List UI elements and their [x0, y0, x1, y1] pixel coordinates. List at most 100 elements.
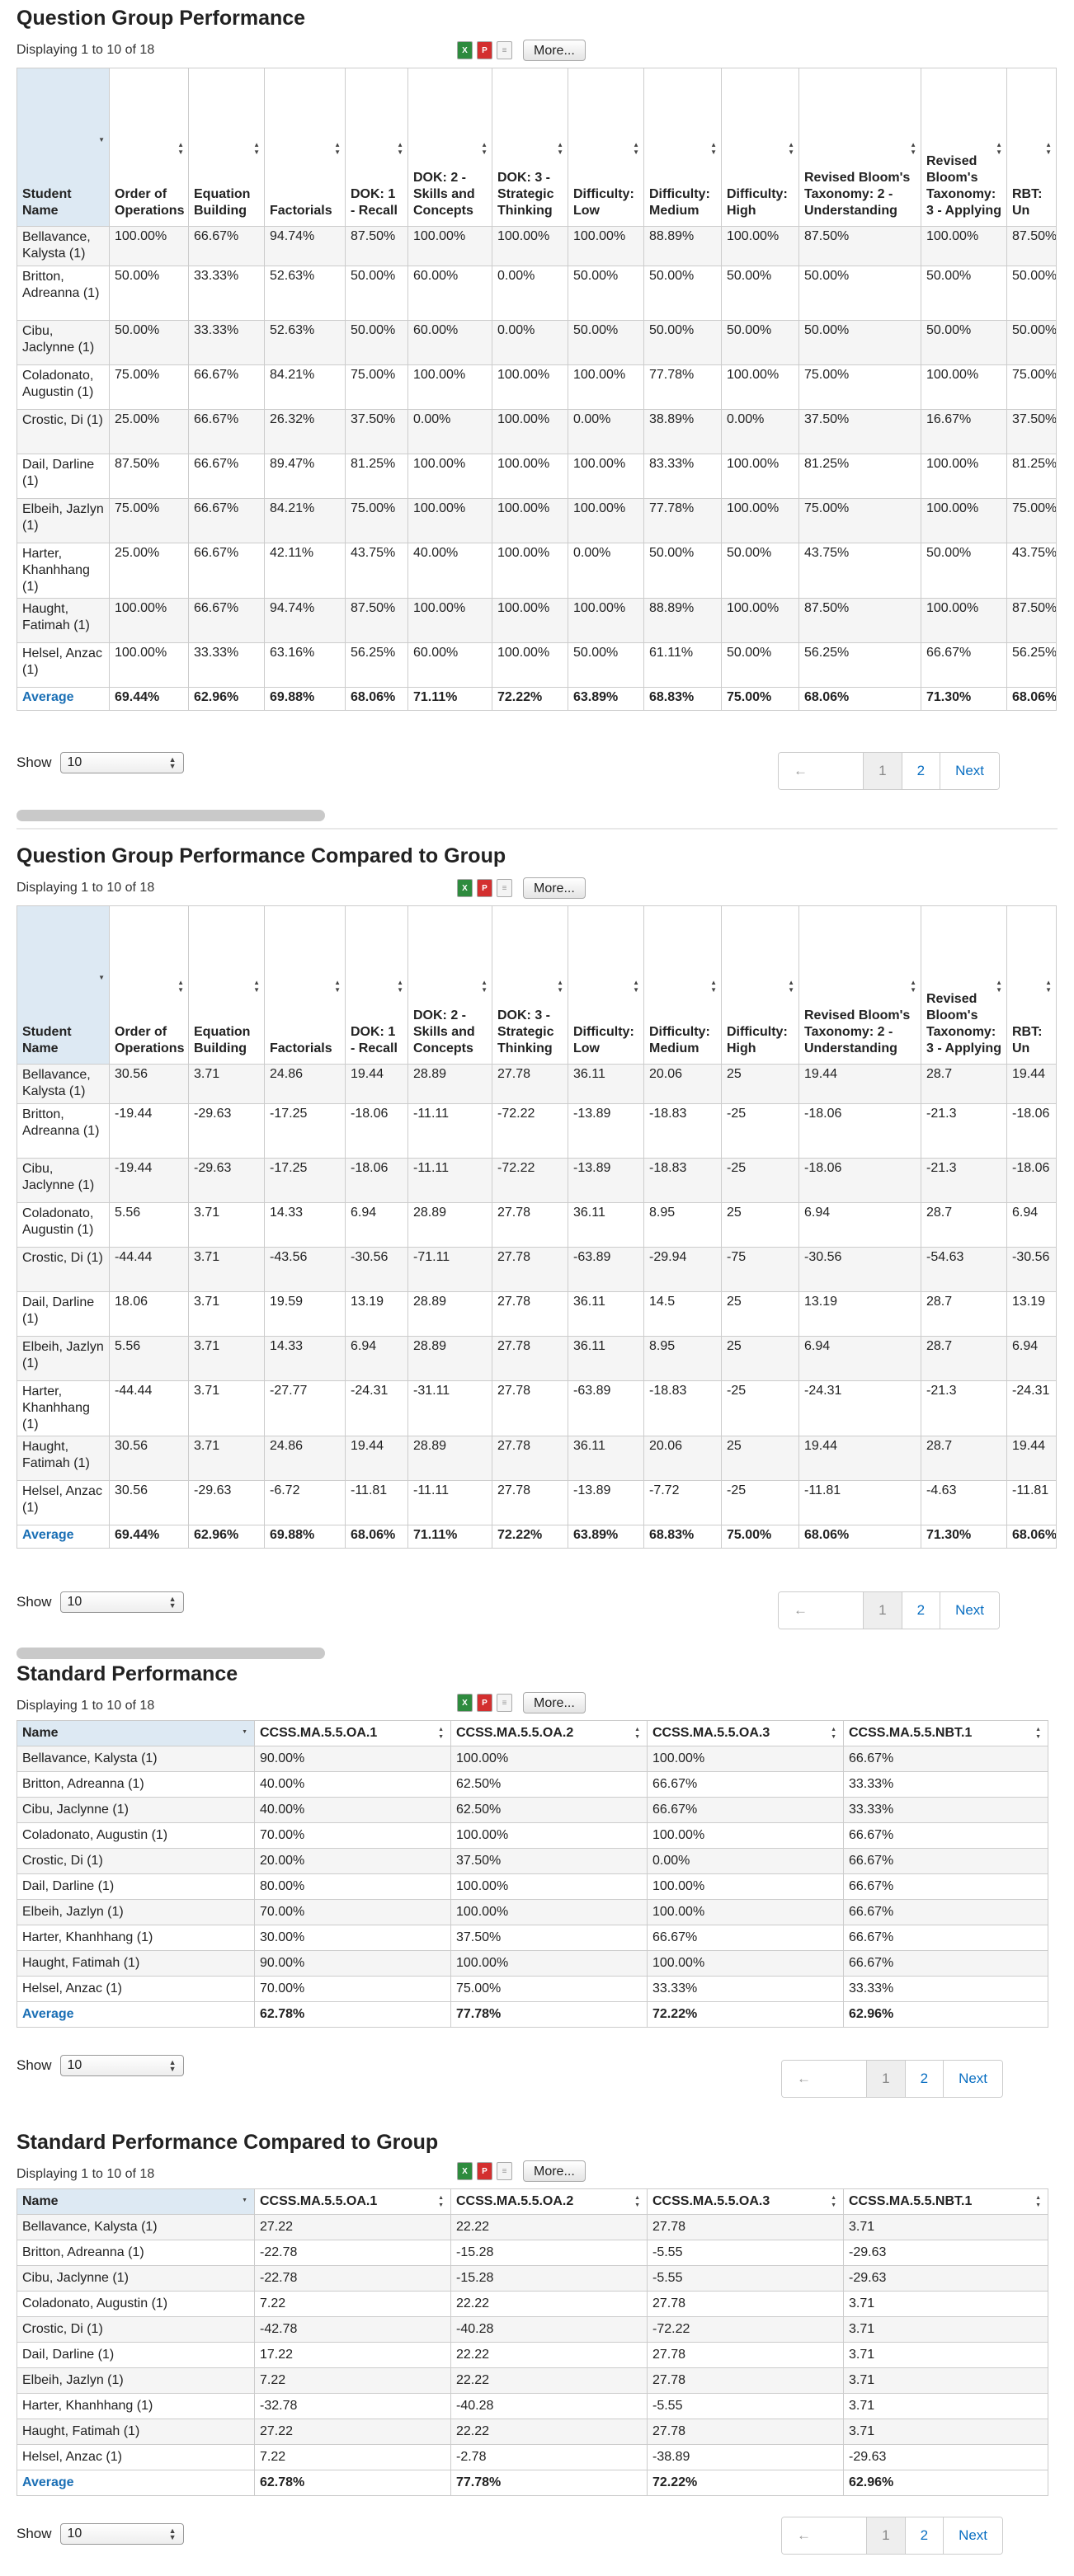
- page-1-button[interactable]: 1: [863, 753, 902, 789]
- score-cell: 75.00%: [798, 364, 921, 410]
- column-header[interactable]: CCSS.MA.5.5.OA.1 ▲ ▼: [254, 2188, 451, 2215]
- page-2-button[interactable]: 2: [901, 753, 940, 789]
- page-1-button[interactable]: 1: [866, 2517, 905, 2554]
- score-cell: -63.89: [568, 1380, 644, 1436]
- average-cell: 75.00%: [721, 1525, 799, 1549]
- column-header[interactable]: CCSS.MA.5.5.NBT.1 ▲ ▼: [843, 1720, 1048, 1746]
- score-cell: -13.89: [568, 1103, 644, 1159]
- column-header[interactable]: Revised Bloom's Taxonomy: 2 - Understand…: [798, 68, 921, 227]
- score-cell: 42.11%: [264, 543, 346, 599]
- next-button[interactable]: Next →: [943, 2061, 1003, 2097]
- table-area: Name ▼ CCSS.MA.5.5.OA.1 ▲ ▼ CCSS.MA.5.5.OA.2 ▲…: [16, 1720, 1058, 2058]
- average-cell: 69.44%: [109, 1525, 189, 1549]
- page-2-button[interactable]: 2: [904, 2517, 944, 2554]
- column-header[interactable]: Difficulty: Low ▲ ▼: [568, 68, 644, 227]
- column-header[interactable]: Difficulty: Medium ▲ ▼: [643, 905, 722, 1065]
- more-button[interactable]: More...: [523, 40, 586, 61]
- pdf-icon[interactable]: P: [477, 879, 492, 897]
- page-size-select[interactable]: 10 ▲ ▼: [59, 1591, 184, 1613]
- page-2-button[interactable]: 2: [901, 1592, 940, 1629]
- column-header[interactable]: RBT: Un ▲ ▼: [1006, 68, 1057, 227]
- csv-icon[interactable]: ≡: [497, 2162, 512, 2180]
- excel-icon[interactable]: X: [457, 879, 473, 897]
- csv-icon[interactable]: ≡: [497, 879, 512, 897]
- csv-icon[interactable]: ≡: [497, 41, 512, 59]
- table-row: Coladonato, Augustin (1) 75.00% 66.67% 84.2…: [16, 364, 1057, 410]
- column-header[interactable]: Order of Operations ▲ ▼: [109, 68, 189, 227]
- column-header[interactable]: Student Name ▼: [16, 68, 110, 227]
- column-header[interactable]: Factorials ▲ ▼: [264, 68, 346, 227]
- page-size-select[interactable]: 10 ▲ ▼: [59, 752, 184, 773]
- table-row: Cibu, Jaclynne (1) 40.00% 62.50% 66.67% 33.3…: [16, 1797, 1048, 1823]
- column-header[interactable]: CCSS.MA.5.5.OA.2 ▲ ▼: [450, 2188, 648, 2215]
- column-header[interactable]: Name ▼: [16, 1720, 255, 1746]
- score-cell: 50.00%: [345, 266, 408, 321]
- excel-icon[interactable]: X: [457, 1694, 473, 1712]
- score-cell: 27.78: [492, 1247, 568, 1292]
- column-header[interactable]: CCSS.MA.5.5.NBT.1 ▲ ▼: [843, 2188, 1048, 2215]
- pdf-icon[interactable]: P: [477, 2162, 492, 2180]
- table-row: Elbeih, Jazlyn (1) 7.22 22.22 27.78 3.71: [16, 2367, 1048, 2394]
- average-cell: 75.00%: [721, 687, 799, 711]
- horizontal-scrollbar[interactable]: [16, 1648, 325, 1659]
- previous-button[interactable]: ← Previous: [782, 2061, 867, 2097]
- pdf-icon[interactable]: P: [477, 41, 492, 59]
- score-cell: 70.00%: [254, 1976, 451, 2002]
- average-cell: 62.96%: [843, 2470, 1048, 2496]
- column-header[interactable]: Equation Building ▲ ▼: [188, 905, 265, 1065]
- column-header[interactable]: Revised Bloom's Taxonomy: 3 - Applying ▲ ▼: [921, 68, 1007, 227]
- score-cell: 17.22: [254, 2342, 451, 2368]
- column-header[interactable]: Difficulty: Medium ▲ ▼: [643, 68, 722, 227]
- next-button[interactable]: Next →: [940, 1592, 1000, 1629]
- page-1-button[interactable]: 1: [863, 1592, 902, 1629]
- student-name-cell: Haught, Fatimah (1): [16, 598, 110, 643]
- average-cell: 68.83%: [643, 1525, 722, 1549]
- score-cell: 3.71: [188, 1202, 265, 1248]
- excel-icon[interactable]: X: [457, 2162, 473, 2180]
- page-size-select[interactable]: 10 ▲ ▼: [59, 2523, 184, 2545]
- pdf-icon[interactable]: P: [477, 1694, 492, 1712]
- score-cell: -30.56: [798, 1247, 921, 1292]
- column-header[interactable]: CCSS.MA.5.5.OA.3 ▲ ▼: [647, 2188, 844, 2215]
- student-name-cell: Britton, Adreanna (1): [16, 1103, 110, 1159]
- column-header[interactable]: Name ▼: [16, 2188, 255, 2215]
- page-size-select[interactable]: 10 ▲ ▼: [59, 2055, 184, 2076]
- column-header[interactable]: DOK: 3 - Strategic Thinking ▲ ▼: [492, 905, 568, 1065]
- next-button[interactable]: Next →: [943, 2517, 1003, 2554]
- column-header[interactable]: Revised Bloom's Taxonomy: 3 - Applying ▲ ▼: [921, 905, 1007, 1065]
- column-header[interactable]: Student Name ▼: [16, 905, 110, 1065]
- excel-icon[interactable]: X: [457, 41, 473, 59]
- previous-button[interactable]: ← Previous: [779, 1592, 864, 1629]
- next-button[interactable]: Next →: [940, 753, 1000, 789]
- score-cell: 20.00%: [254, 1848, 451, 1874]
- column-header[interactable]: CCSS.MA.5.5.OA.3 ▲ ▼: [647, 1720, 844, 1746]
- more-button[interactable]: More...: [523, 1692, 586, 1713]
- column-header[interactable]: Difficulty: Low ▲ ▼: [568, 905, 644, 1065]
- column-header[interactable]: DOK: 3 - Strategic Thinking ▲ ▼: [492, 68, 568, 227]
- more-button[interactable]: More...: [523, 2160, 586, 2182]
- column-header[interactable]: Revised Bloom's Taxonomy: 2 - Understand…: [798, 905, 921, 1065]
- column-header[interactable]: RBT: Un ▲ ▼: [1006, 905, 1057, 1065]
- column-header[interactable]: Order of Operations ▲ ▼: [109, 905, 189, 1065]
- previous-button[interactable]: ← Previous: [779, 753, 864, 789]
- export-toolbar: X P ≡ More...: [457, 2160, 586, 2182]
- column-header[interactable]: CCSS.MA.5.5.OA.2 ▲ ▼: [450, 1720, 648, 1746]
- column-header[interactable]: DOK: 2 - Skills and Concepts ▲ ▼: [407, 68, 492, 227]
- more-button[interactable]: More...: [523, 877, 586, 899]
- column-header[interactable]: Factorials ▲ ▼: [264, 905, 346, 1065]
- column-header[interactable]: Difficulty: High ▲ ▼: [721, 905, 799, 1065]
- column-header[interactable]: DOK: 1 - Recall ▲ ▼: [345, 68, 408, 227]
- page-2-button[interactable]: 2: [904, 2061, 944, 2097]
- score-cell: 100.00%: [492, 454, 568, 499]
- page-1-button[interactable]: 1: [866, 2061, 905, 2097]
- column-header[interactable]: DOK: 2 - Skills and Concepts ▲ ▼: [407, 905, 492, 1065]
- horizontal-scrollbar[interactable]: [16, 810, 325, 821]
- score-cell: 25: [721, 1202, 799, 1248]
- column-header[interactable]: Difficulty: High ▲ ▼: [721, 68, 799, 227]
- column-header[interactable]: Equation Building ▲ ▼: [188, 68, 265, 227]
- csv-icon[interactable]: ≡: [497, 1694, 512, 1712]
- column-header[interactable]: CCSS.MA.5.5.OA.1 ▲ ▼: [254, 1720, 451, 1746]
- score-cell: 60.00%: [407, 266, 492, 321]
- previous-button[interactable]: ← Previous: [782, 2517, 867, 2554]
- column-header[interactable]: DOK: 1 - Recall ▲ ▼: [345, 905, 408, 1065]
